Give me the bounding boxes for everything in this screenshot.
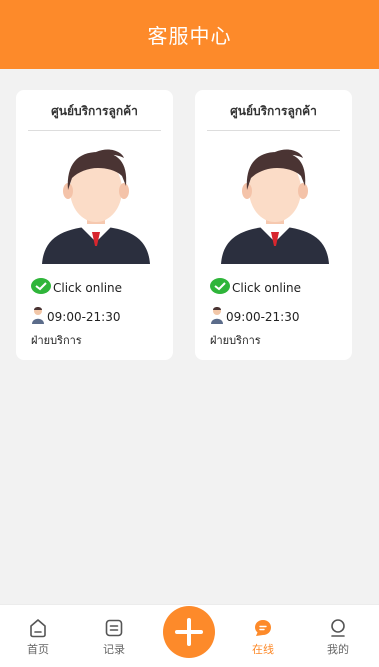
record-icon — [105, 619, 123, 637]
agent-small-icon — [210, 306, 224, 327]
add-button[interactable] — [163, 606, 215, 658]
online-row[interactable]: Click online — [210, 278, 301, 297]
tab-home-label: 首页 — [27, 643, 49, 656]
tab-online-label: 在线 — [252, 643, 274, 656]
agent-avatar — [221, 149, 329, 264]
service-card[interactable]: ศูนย์บริการลูกค้า Click online 09:00-21:… — [16, 90, 173, 360]
agent-avatar — [42, 149, 150, 264]
online-row[interactable]: Click online — [31, 278, 122, 297]
tab-records[interactable]: 记录 — [89, 618, 139, 657]
online-label[interactable]: Click online — [53, 281, 122, 295]
hours-row: 09:00-21:30 — [210, 306, 300, 327]
card-title: ศูนย์บริการลูกค้า — [230, 104, 317, 118]
tab-home[interactable]: 首页 — [13, 618, 63, 657]
department-text: ฝ่ายบริการ — [31, 334, 82, 347]
card-divider — [28, 130, 161, 131]
hours-row: 09:00-21:30 — [31, 306, 121, 327]
tab-records-label: 记录 — [103, 643, 125, 656]
tab-online[interactable]: 在线 — [238, 618, 288, 657]
wechat-icon — [210, 278, 230, 297]
hours-text: 09:00-21:30 — [226, 309, 300, 324]
page-title: 客服中心 — [147, 24, 232, 48]
home-icon — [30, 619, 46, 638]
user-icon — [331, 619, 345, 637]
app-header: 客服中心 — [0, 0, 379, 69]
department-text: ฝ่ายบริการ — [210, 334, 261, 347]
agent-small-icon — [31, 306, 45, 327]
hours-text: 09:00-21:30 — [47, 309, 121, 324]
wechat-icon — [31, 278, 51, 297]
tab-profile-label: 我的 — [327, 643, 349, 656]
card-title: ศูนย์บริการลูกค้า — [51, 104, 138, 118]
plus-icon — [175, 618, 203, 646]
service-card[interactable]: ศูนย์บริการลูกค้า Click online 09:00-21:… — [195, 90, 352, 360]
chat-icon — [255, 620, 271, 636]
online-label[interactable]: Click online — [232, 281, 301, 295]
tab-profile[interactable]: 我的 — [313, 618, 363, 657]
card-divider — [207, 130, 340, 131]
